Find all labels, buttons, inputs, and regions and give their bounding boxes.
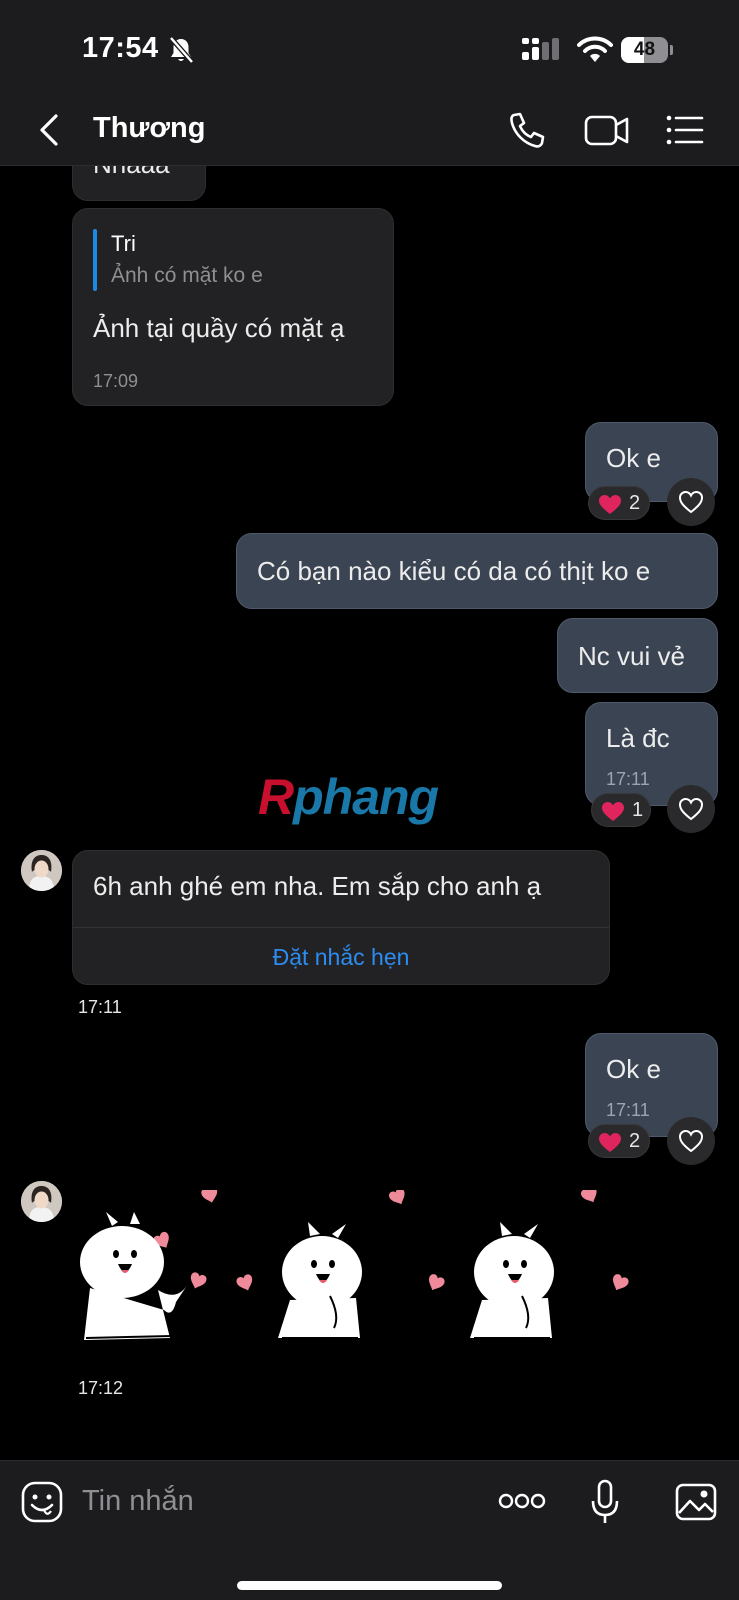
message-time: 17:09	[93, 371, 139, 391]
more-icon[interactable]	[498, 1493, 546, 1509]
menu-list-icon[interactable]	[664, 110, 706, 150]
message-text: Có bạn nào kiểu có da có thịt ko e	[257, 556, 651, 586]
like-outline-icon	[678, 797, 704, 821]
reaction-badge[interactable]: 2	[588, 1124, 650, 1158]
battery-level: 48	[633, 39, 656, 60]
avatar[interactable]	[21, 1181, 62, 1222]
reply-quote-bar	[93, 229, 97, 291]
message-bubble-nc-vui[interactable]: Nc vui vẻ	[557, 618, 718, 693]
heart-icon	[602, 802, 624, 821]
like-button[interactable]	[667, 1117, 715, 1165]
battery-icon: 48	[621, 37, 673, 63]
message-text: Ok e	[606, 1054, 661, 1084]
message-bubble-reply[interactable]: Tri Ảnh có mặt ko e Ảnh tại quầy có mặt …	[72, 208, 394, 406]
reaction-badge[interactable]: 1	[591, 793, 651, 827]
mic-icon[interactable]	[591, 1479, 619, 1525]
message-text: Là đc	[606, 723, 670, 753]
message-input-bar: Tin nhắn	[0, 1460, 739, 1600]
heart-icon	[599, 1133, 621, 1152]
like-outline-icon	[678, 490, 704, 514]
sticker-bunny-1	[80, 1212, 188, 1340]
divider	[73, 927, 609, 928]
sticker-image[interactable]	[72, 1190, 652, 1370]
sticker-bunny-2	[278, 1222, 362, 1339]
message-time: 17:11	[606, 1100, 650, 1120]
home-indicator[interactable]	[237, 1581, 502, 1590]
reaction-count: 2	[629, 492, 641, 514]
message-text: Nc vui vẻ	[578, 641, 685, 671]
reply-quoted-text: Ảnh có mặt ko e	[111, 264, 263, 287]
sticker-bunny-3	[470, 1222, 554, 1339]
message-text: 6h anh ghé em nha. Em sắp cho anh ạ	[93, 871, 542, 901]
message-time: 17:11	[78, 997, 122, 1017]
status-bar: 17:54 48	[0, 0, 739, 98]
wifi-icon	[577, 36, 613, 62]
message-text: Ảnh tại quầy có mặt ạ	[93, 313, 345, 343]
reaction-count: 1	[632, 799, 644, 821]
set-reminder-link[interactable]: Đặt nhắc hẹn	[73, 944, 609, 971]
like-button[interactable]	[667, 785, 715, 833]
phone-icon[interactable]	[505, 110, 549, 150]
heart-icon	[599, 495, 621, 514]
status-time: 17:54	[82, 32, 159, 64]
sticker-heart-decorations	[151, 1190, 630, 1294]
message-bubble-co-ban[interactable]: Có bạn nào kiểu có da có thịt ko e	[236, 533, 718, 609]
reaction-count: 2	[629, 1130, 641, 1152]
contact-name[interactable]: Thương	[93, 112, 205, 145]
message-input[interactable]: Tin nhắn	[82, 1485, 194, 1518]
like-outline-icon	[678, 1129, 704, 1153]
chat-header: Thương	[0, 98, 739, 166]
image-icon[interactable]	[675, 1483, 717, 1521]
message-text: Ok e	[606, 443, 661, 473]
emoji-icon[interactable]	[21, 1481, 63, 1523]
message-time: 17:12	[78, 1378, 124, 1398]
signal-icon	[522, 38, 559, 60]
message-bubble-reminder[interactable]: 6h anh ghé em nha. Em sắp cho anh ạ Đặt …	[72, 850, 610, 985]
like-button[interactable]	[667, 478, 715, 526]
back-chevron-icon[interactable]	[30, 108, 70, 152]
watermark-logo: Rphang	[258, 769, 439, 825]
reply-quoted-name: Tri	[111, 231, 136, 256]
avatar[interactable]	[21, 850, 62, 891]
message-time: 17:11	[606, 769, 650, 789]
bell-slash-icon	[169, 36, 194, 64]
reaction-badge[interactable]: 2	[588, 486, 650, 520]
video-icon[interactable]	[584, 110, 630, 150]
